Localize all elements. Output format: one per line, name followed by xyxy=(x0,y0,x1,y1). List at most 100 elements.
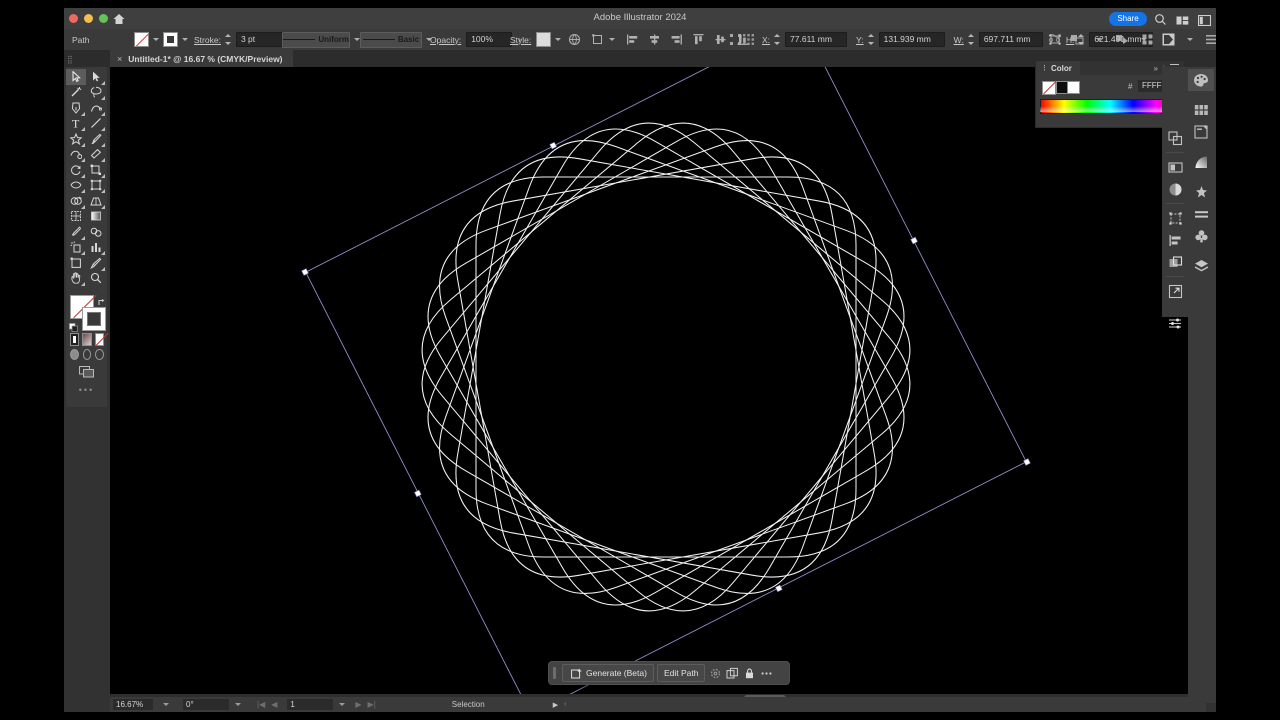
type-tool[interactable]: T xyxy=(66,116,86,131)
magic-wand-tool[interactable] xyxy=(66,85,86,101)
eyedropper-tool[interactable] xyxy=(66,224,86,240)
edit-path-button[interactable]: Edit Path xyxy=(656,664,706,682)
swatches-icon[interactable] xyxy=(1188,99,1214,121)
stroke-dropdown-icon[interactable] xyxy=(182,38,188,41)
y-stepper[interactable] xyxy=(867,34,875,45)
style-dropdown-icon[interactable] xyxy=(555,38,562,41)
paintbrush-tool[interactable] xyxy=(86,131,106,147)
swap-fill-stroke-icon[interactable] xyxy=(98,294,107,305)
transform-again-icon[interactable] xyxy=(1048,33,1061,46)
width-stepper[interactable] xyxy=(967,34,975,45)
collapse-panel-icon[interactable]: » xyxy=(1153,64,1157,73)
recolor-icon[interactable] xyxy=(708,666,722,680)
arrange-objects-icon[interactable] xyxy=(1070,33,1084,46)
rotation-dropdown-icon[interactable] xyxy=(232,697,244,712)
previous-page-icon[interactable]: ◀ xyxy=(268,697,280,712)
align-center-h-icon[interactable] xyxy=(648,33,661,46)
opacity-mask-icon[interactable] xyxy=(568,33,581,46)
properties-icon[interactable] xyxy=(1162,127,1188,149)
free-transform-tool[interactable] xyxy=(86,178,106,193)
align-top-icon[interactable] xyxy=(692,33,705,46)
align-left-icon[interactable] xyxy=(626,33,639,46)
isolate-selected-icon[interactable] xyxy=(1141,33,1154,46)
expand-icon[interactable] xyxy=(1162,280,1188,302)
symbols-icon[interactable] xyxy=(1188,225,1214,247)
x-stepper[interactable] xyxy=(774,34,781,45)
color-panel-fill-swatch[interactable] xyxy=(1042,81,1056,95)
contextual-task-bar[interactable]: Generate (Beta) Edit Path xyxy=(548,661,790,685)
artboard-tool[interactable] xyxy=(66,255,86,271)
anchor-reference-icon[interactable] xyxy=(742,33,755,46)
arrange-documents-icon[interactable] xyxy=(1176,13,1189,26)
stroke-icon[interactable] xyxy=(1188,203,1214,225)
brush-definition-select[interactable]: Basic xyxy=(360,31,422,48)
zoom-level-value[interactable]: 16.67% xyxy=(113,699,153,710)
width-value[interactable]: 697.711 mm xyxy=(978,32,1043,47)
mesh-tool[interactable] xyxy=(66,209,86,225)
lasso-tool[interactable] xyxy=(86,85,106,100)
shaper-tool[interactable] xyxy=(66,147,86,162)
arrange-dropdown-icon[interactable] xyxy=(1096,38,1102,41)
next-page-icon[interactable]: ▶ xyxy=(352,697,364,712)
rotate-tool[interactable] xyxy=(66,162,86,178)
shape-builder-tool[interactable] xyxy=(66,193,86,209)
x-position-value[interactable]: 77.611 mm xyxy=(785,32,848,47)
gradient-icon[interactable] xyxy=(1188,151,1214,173)
draw-normal-icon[interactable] xyxy=(70,349,79,360)
column-graph-tool[interactable] xyxy=(86,240,106,255)
more-options-icon[interactable] xyxy=(759,666,773,680)
width-tool[interactable] xyxy=(66,178,86,193)
color-icon[interactable] xyxy=(1188,69,1214,91)
share-button[interactable]: Share xyxy=(1109,12,1147,26)
page-dropdown-icon[interactable] xyxy=(336,697,348,712)
brushes-icon[interactable] xyxy=(1188,181,1214,203)
lock-icon[interactable] xyxy=(742,666,756,680)
draw-behind-icon[interactable] xyxy=(82,349,92,360)
search-icon[interactable] xyxy=(1154,13,1167,26)
curvature-tool[interactable] xyxy=(86,100,106,116)
color-mode-row[interactable] xyxy=(70,333,104,346)
make-clipping-mask-icon[interactable] xyxy=(1162,33,1175,46)
symbol-sprayer-tool[interactable] xyxy=(66,240,86,255)
change-screen-mode-icon[interactable] xyxy=(77,365,97,379)
document-tab[interactable]: × Untitled-1* @ 16.67 % (CMYK/Preview) xyxy=(110,50,293,67)
workspace-switcher-icon[interactable] xyxy=(1197,13,1212,27)
y-position-value[interactable]: 131.939 mm xyxy=(878,32,945,47)
tools-more-icon[interactable]: ••• xyxy=(66,385,107,395)
default-fill-stroke-icon[interactable] xyxy=(69,319,78,332)
stroke-weight-stepper[interactable] xyxy=(224,34,232,45)
hand-tool[interactable] xyxy=(66,271,86,286)
direct-selection-tool[interactable] xyxy=(86,69,106,85)
task-bar-grip[interactable] xyxy=(553,667,556,679)
color-guide-icon[interactable] xyxy=(1188,121,1214,143)
fill-stroke-controls[interactable] xyxy=(69,294,107,332)
pen-tool[interactable] xyxy=(66,100,86,116)
distribute-spacing-icon[interactable] xyxy=(729,33,742,46)
settings-icon[interactable] xyxy=(1162,312,1188,334)
appearance-icon[interactable] xyxy=(1162,156,1188,178)
none-mode-icon[interactable] xyxy=(94,333,104,346)
align-icon[interactable] xyxy=(1162,229,1188,251)
align-right-icon[interactable] xyxy=(670,33,683,46)
duplicate-icon[interactable] xyxy=(725,666,739,680)
last-page-icon[interactable]: ▶| xyxy=(365,697,379,712)
zoom-dropdown-icon[interactable] xyxy=(160,697,172,712)
canvas[interactable]: Generate (Beta) Edit Path xyxy=(110,67,1206,703)
draw-inside-icon[interactable] xyxy=(95,349,105,360)
stroke-swatch-large[interactable] xyxy=(82,307,106,331)
close-tab-icon[interactable]: × xyxy=(117,54,122,64)
blend-tool[interactable] xyxy=(86,224,106,240)
graphic-style-swatch[interactable] xyxy=(536,32,552,47)
rotation-value[interactable]: 0° xyxy=(183,699,229,710)
transform-dropdown-icon[interactable] xyxy=(609,38,615,41)
clipping-dropdown-icon[interactable] xyxy=(1187,38,1193,41)
zoom-tool[interactable] xyxy=(86,271,106,287)
stroke-color-swatch[interactable] xyxy=(163,32,178,47)
transform-panel-icon[interactable] xyxy=(592,33,605,46)
selection-tool[interactable] xyxy=(66,69,86,85)
page-number-value[interactable]: 1 xyxy=(287,699,334,710)
slice-tool[interactable] xyxy=(86,255,106,271)
draw-mode-row[interactable] xyxy=(70,349,105,360)
shape-tool[interactable] xyxy=(66,131,86,147)
align-center-v-icon[interactable] xyxy=(714,33,727,46)
